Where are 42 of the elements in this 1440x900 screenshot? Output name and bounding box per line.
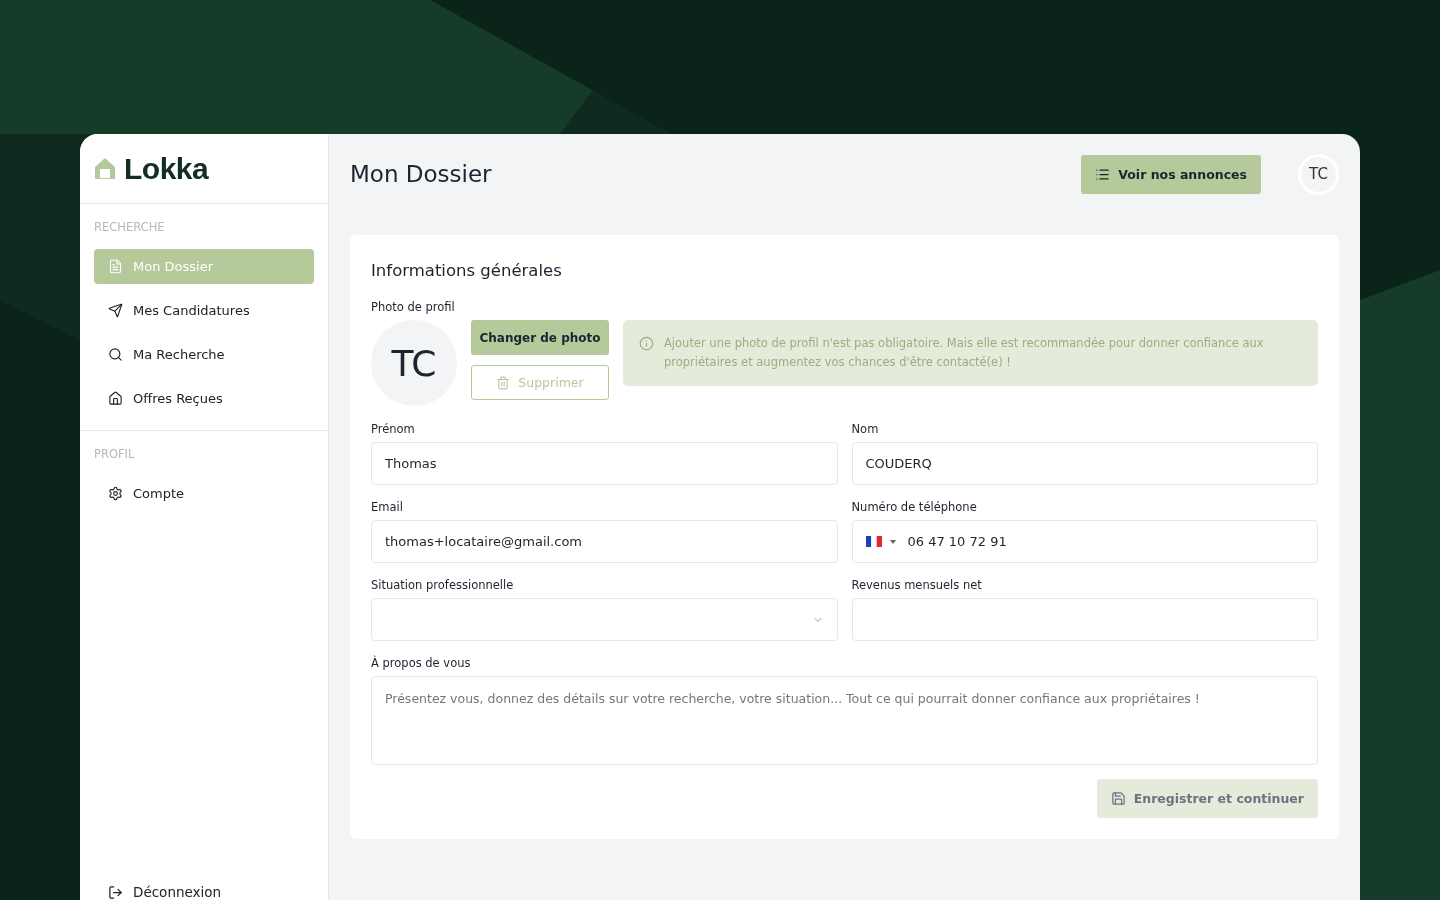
change-photo-button[interactable]: Changer de photo [471, 320, 609, 355]
logout-icon [108, 884, 123, 900]
select-field[interactable] [371, 598, 838, 641]
input-field[interactable] [851, 598, 1318, 641]
save-icon [1110, 791, 1126, 806]
text-area[interactable]: Présentez vous, donnez des détails sur votre recherche, votre situation... Tout ce qui pourrait donner confiance aux propriétaires ! [371, 676, 1318, 765]
page-title: Mon Dossier [350, 161, 493, 187]
user-avatar[interactable]: TC [1298, 153, 1339, 195]
nav-item[interactable]: Compte [94, 476, 314, 511]
trash-icon [496, 375, 511, 390]
field-label: Photo de profil [371, 300, 456, 314]
listings-button[interactable]: Voir nos annonces [1081, 154, 1261, 194]
input-field[interactable]: Thomas [371, 442, 838, 485]
input-field[interactable]: thomas+locataire@gmail.com [371, 520, 838, 563]
caret-icon [889, 539, 896, 544]
section-title: PROFIL [94, 447, 136, 461]
list-icon [1095, 166, 1111, 182]
section-title: RECHERCHE [94, 220, 166, 234]
nav-item[interactable]: Ma Recherche [94, 337, 314, 372]
home-icon [108, 391, 123, 406]
flag-icon [865, 536, 882, 547]
nav-item[interactable]: Offres Reçues [94, 381, 314, 416]
logout-link[interactable]: Déconnexion [80, 880, 328, 900]
phone-field[interactable]: 06 47 10 72 91 [851, 520, 1318, 563]
profile-avatar: TC [371, 320, 457, 406]
logo-text: Lokka [124, 151, 209, 186]
card-title: Informations générales [371, 261, 563, 280]
field-label: Prénom [371, 422, 416, 436]
send-icon [108, 303, 123, 318]
info-text: Ajouter une photo de profil n'est pas obligatoire. Mais elle est recommandée pour donner confiance aux propriétaires et augmentez vos chances d'être contacté(e) ! [664, 335, 1264, 371]
field-label: Nom [851, 422, 880, 436]
field-label: Numéro de téléphone [851, 500, 978, 514]
info-icon [639, 336, 654, 351]
field-label: Situation professionnelle [371, 578, 515, 592]
field-label: Email [371, 500, 404, 514]
nav-item[interactable]: Mes Candidatures [94, 293, 314, 328]
field-label: Revenus mensuels net [851, 578, 983, 592]
input-field[interactable]: COUDERQ [851, 442, 1318, 485]
field-label: À propos de vous [371, 656, 472, 670]
search-icon [108, 347, 123, 362]
document-icon [108, 259, 123, 274]
settings-icon [108, 486, 123, 501]
